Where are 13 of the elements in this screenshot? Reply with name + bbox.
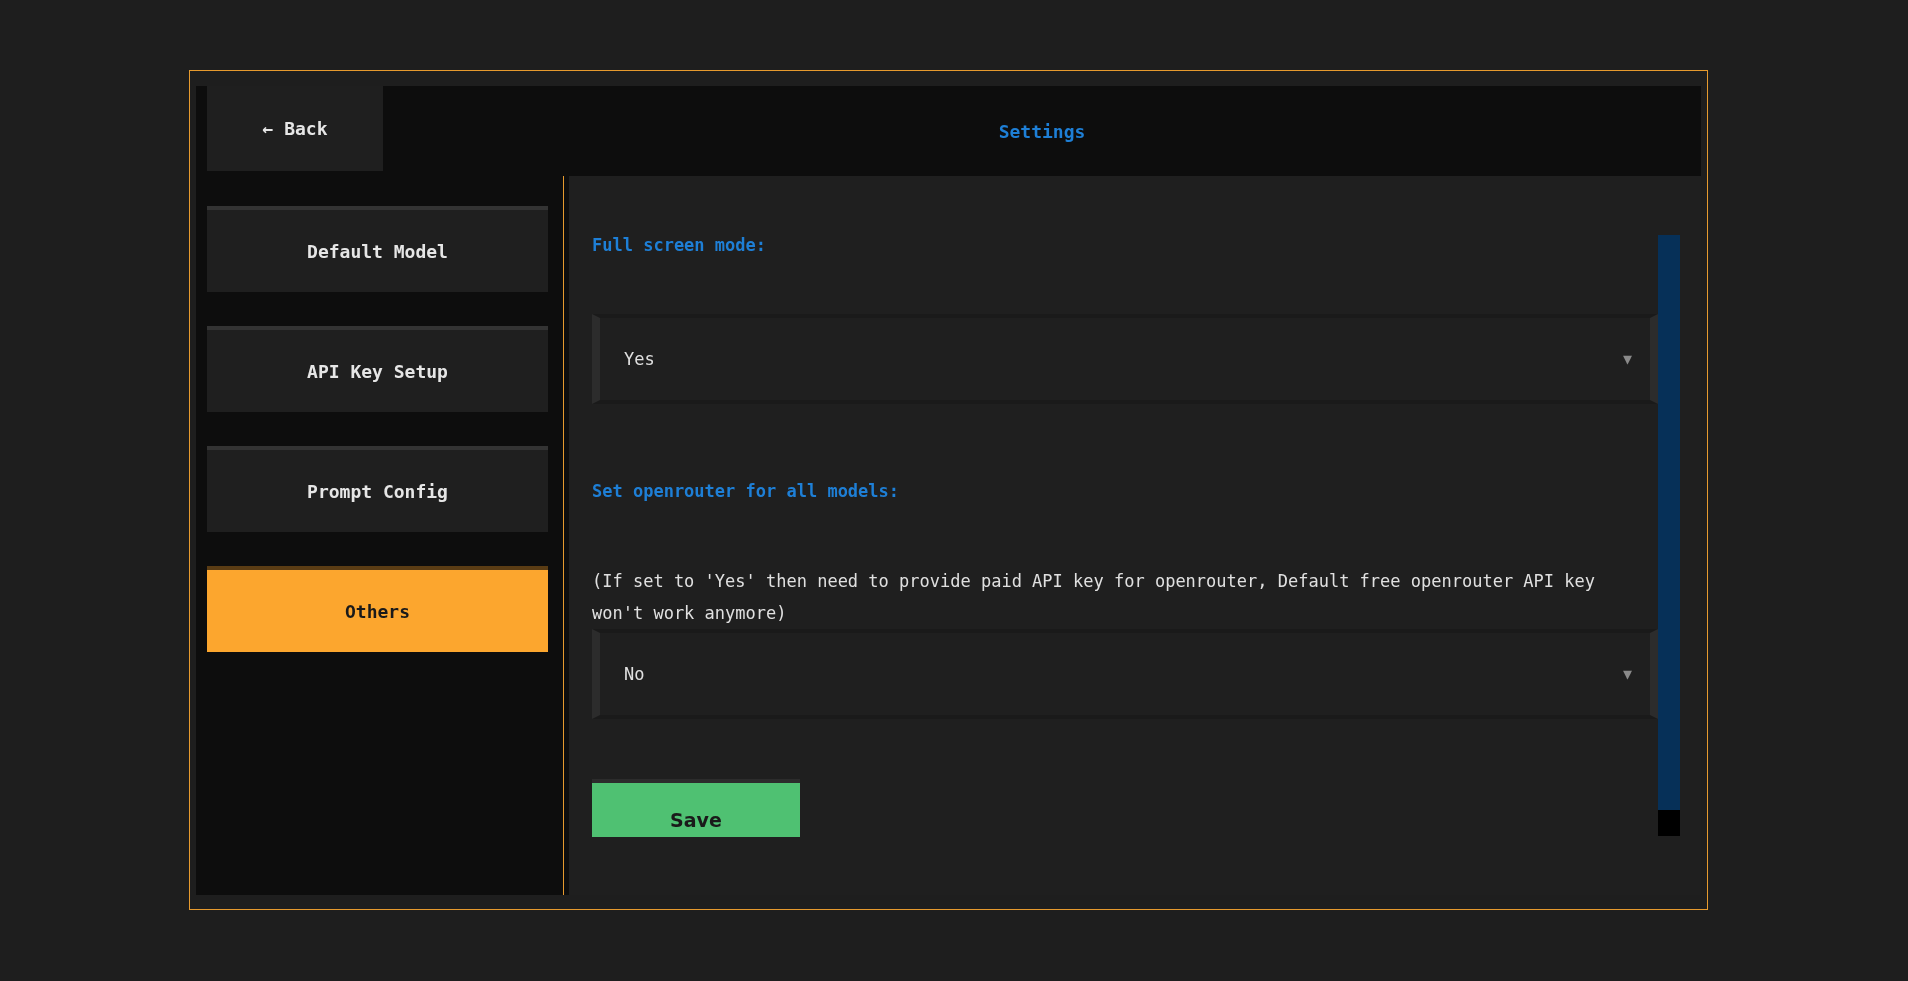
page-title: Settings (998, 120, 1086, 142)
sidebar-item[interactable]: Prompt Config (207, 446, 548, 532)
scrollbar[interactable] (1658, 235, 1680, 836)
dropdown[interactable]: No ▼ (592, 629, 1658, 719)
back-button[interactable]: ← Back (207, 86, 383, 171)
sidebar-item[interactable]: Default Model (207, 206, 548, 292)
sidebar-item[interactable]: API Key Setup (207, 326, 548, 412)
setting-label: Set openrouter for all models: (592, 481, 901, 501)
sidebar-item[interactable]: Others (207, 566, 548, 652)
dropdown[interactable]: Yes ▼ (592, 314, 1658, 404)
setting-label: Full screen mode: (592, 235, 767, 255)
setting-note: (If set to 'Yes' then need to provide paid API key for openrouter, Default free openrouter API key won't work anymore) (592, 570, 1597, 625)
save-button[interactable]: Save (592, 779, 800, 837)
